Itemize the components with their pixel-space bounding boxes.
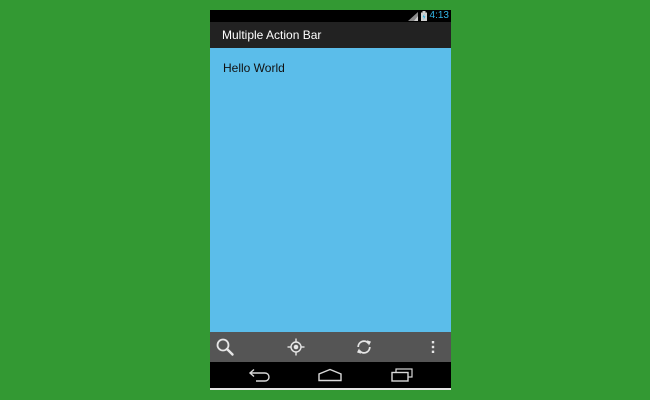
back-icon: [248, 368, 270, 382]
overflow-menu-icon: [431, 341, 435, 353]
home-icon: [318, 368, 342, 382]
home-button[interactable]: [310, 362, 350, 388]
recent-apps-icon: [391, 368, 413, 382]
status-time: 4:13: [429, 10, 449, 21]
refresh-button[interactable]: [344, 332, 384, 362]
overflow-menu-button[interactable]: [413, 332, 451, 362]
main-content: Hello World: [210, 48, 451, 332]
refresh-icon: [357, 340, 371, 354]
action-bar: Multiple Action Bar: [210, 22, 451, 48]
status-icons: 4:13: [407, 10, 449, 22]
search-button[interactable]: [210, 332, 245, 362]
search-icon: [216, 338, 234, 356]
back-button[interactable]: [239, 362, 279, 388]
signal-icon: [407, 11, 418, 21]
split-action-bar: [210, 332, 451, 362]
hello-world-text: Hello World: [223, 61, 285, 75]
status-bar: 4:13: [210, 10, 451, 22]
phone-screen: 4:13 Multiple Action Bar Hello World: [210, 10, 451, 390]
action-bar-title: Multiple Action Bar: [222, 28, 322, 42]
recent-apps-button[interactable]: [382, 362, 422, 388]
locate-icon: [287, 338, 305, 356]
locate-button[interactable]: [276, 332, 316, 362]
navigation-bar: [210, 362, 451, 388]
battery-icon: [420, 11, 427, 21]
